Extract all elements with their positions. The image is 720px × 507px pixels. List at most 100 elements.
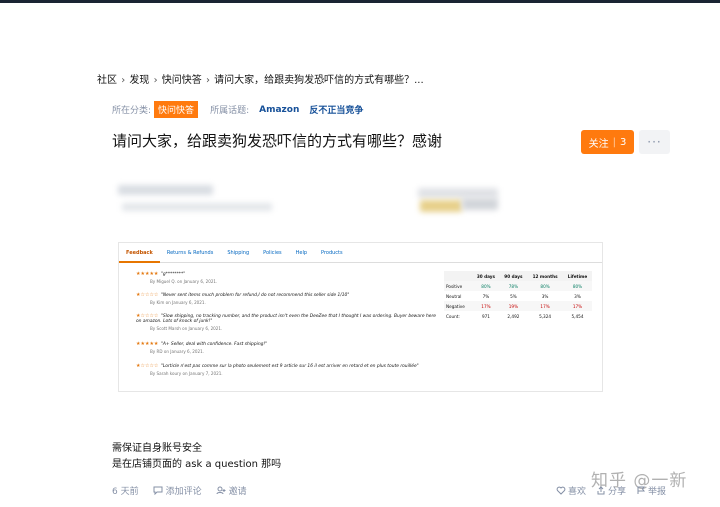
stats-cell: 971 xyxy=(481,313,490,319)
screenshot-tabs: Feedback Returns & Refunds Shipping Poli… xyxy=(119,243,602,263)
stats-row-negative: Negative 17% 19% 17% 17% xyxy=(444,301,592,311)
stats-cell: 3% xyxy=(541,293,549,299)
stats-cell: Positive xyxy=(444,281,473,291)
breadcrumb-item-quick-qa[interactable]: 快问快答 xyxy=(162,71,202,86)
feedback-item: ★☆☆☆☆ "Lorticle n'est pas comme sur la p… xyxy=(136,363,436,376)
feedback-item: ★★★★★ "g********" By Miguel Q. on Januar… xyxy=(136,271,436,284)
stats-header: 90 days xyxy=(499,271,528,281)
blurred-badge xyxy=(420,200,462,212)
share-icon xyxy=(597,486,605,495)
feedback-text: "Lorticle n'est pas comme sur la photo s… xyxy=(160,364,419,369)
invite-button[interactable]: 邀请 xyxy=(216,484,247,497)
stats-cell: 5,324 xyxy=(539,313,552,319)
stats-cell: Negative xyxy=(444,301,473,311)
question-detail-line: 是在店铺页面的 ask a question 那吗 xyxy=(112,459,282,470)
stats-header: Lifetime xyxy=(563,271,592,281)
feedback-author: By RD on January 6, 2021. xyxy=(150,349,204,354)
follow-divider: | xyxy=(612,136,616,148)
question-title: 请问大家，给跟卖狗发恐吓信的方式有哪些？感谢 xyxy=(112,132,443,150)
add-comment-button[interactable]: 添加评论 xyxy=(153,484,202,497)
post-time: 6 天前 xyxy=(112,484,139,497)
feedback-author: By Scott Marsh on January 6, 2021. xyxy=(150,326,223,331)
stats-cell: 5% xyxy=(510,293,517,299)
breadcrumb-item-current: 请问大家，给跟卖狗发恐吓信的方式有哪些？... xyxy=(214,75,424,86)
comment-icon xyxy=(153,486,163,495)
stats-cell: 17% xyxy=(472,301,500,311)
invite-label: 邀请 xyxy=(228,487,247,497)
breadcrumb-item-community[interactable]: 社区 xyxy=(97,71,117,86)
stats-cell: 78% xyxy=(499,281,528,291)
blurred-header-left xyxy=(118,185,213,195)
blurred-header-right-2 xyxy=(462,198,498,210)
stats-header xyxy=(444,271,473,281)
invite-icon xyxy=(216,486,226,495)
breadcrumb-separator: › xyxy=(205,75,210,86)
question-detail-line: 需保证自身账号安全 xyxy=(112,443,202,454)
topics-label: 所属话题: xyxy=(210,106,250,116)
stats-row-positive: Positive 80% 78% 80% 80% xyxy=(444,281,592,291)
tab-shipping[interactable]: Shipping xyxy=(220,243,256,263)
feedback-author: By Sarah koury on January 7, 2021. xyxy=(150,371,223,376)
share-button[interactable]: 分享 xyxy=(596,484,626,497)
blurred-header-left-2 xyxy=(122,203,272,211)
breadcrumb: 社区 › 发现 › 快问快答 › 请问大家，给跟卖狗发恐吓信的方式有哪些？... xyxy=(97,71,424,86)
stats-cell: 3% xyxy=(574,293,581,299)
follow-label: 关注 xyxy=(588,138,609,150)
add-comment-label: 添加评论 xyxy=(165,487,202,497)
flag-icon xyxy=(637,486,646,494)
heart-icon xyxy=(556,486,566,495)
stats-cell: 80% xyxy=(563,281,592,291)
tab-policies[interactable]: Policies xyxy=(256,243,289,263)
feedback-author: By Kim on January 6, 2021. xyxy=(150,300,206,305)
question-actions: 6 天前 添加评论 邀请 xyxy=(112,484,261,497)
tab-feedback[interactable]: Feedback xyxy=(119,243,160,263)
stats-header: 30 days xyxy=(472,271,500,281)
stats-cell: 17% xyxy=(527,301,563,311)
like-button[interactable]: 喜欢 xyxy=(556,484,586,497)
stats-row-neutral: Neutral 7% 5% 3% 3% xyxy=(444,291,592,301)
stats-cell: 17% xyxy=(563,301,592,311)
tab-help[interactable]: Help xyxy=(289,243,314,263)
tab-returns[interactable]: Returns & Refunds xyxy=(160,243,220,263)
feedback-stats-table: 30 days 90 days 12 months Lifetime Posit… xyxy=(444,271,592,321)
breadcrumb-separator: › xyxy=(121,75,126,86)
rating-stars: ★★★★★ xyxy=(136,271,159,277)
stats-cell: Count: xyxy=(446,313,460,319)
topic-amazon[interactable]: Amazon xyxy=(259,105,299,115)
topic-unfair-competition[interactable]: 反不正当竞争 xyxy=(309,103,363,116)
post-time-text: 6 天前 xyxy=(112,487,139,497)
top-bar xyxy=(0,0,720,3)
question-secondary-actions: 喜欢 分享 举报 xyxy=(556,484,676,497)
stats-cell: Neutral xyxy=(446,293,462,299)
feedback-item: ★☆☆☆☆ "Slow shipping, no tracking number… xyxy=(136,313,436,331)
follow-count: 3 xyxy=(620,136,627,148)
feedback-author: By Miguel Q. on January 6, 2021. xyxy=(150,279,218,284)
report-button[interactable]: 举报 xyxy=(636,484,666,497)
tab-products[interactable]: Products xyxy=(314,243,350,263)
rating-stars: ★☆☆☆☆ xyxy=(136,292,159,298)
stats-cell: 2,492 xyxy=(507,313,520,319)
stats-row-count: Count: 971 2,492 5,324 5,454 xyxy=(444,311,592,321)
category-label: 所在分类: xyxy=(112,106,152,116)
report-label: 举报 xyxy=(648,487,667,497)
breadcrumb-item-discover[interactable]: 发现 xyxy=(129,71,149,86)
breadcrumb-separator: › xyxy=(153,75,158,86)
feedback-text: "A+ Seller, deal with confidence. Fast s… xyxy=(160,342,268,347)
stats-header: 12 months xyxy=(527,271,563,281)
share-label: 分享 xyxy=(608,487,627,497)
rating-stars: ★★★★★ xyxy=(136,341,159,347)
stats-cell: 80% xyxy=(472,281,500,291)
stats-cell: 7% xyxy=(482,293,490,299)
question-meta: 所在分类: 快问快答 所属话题: Amazon 反不正当竞争 xyxy=(112,101,363,118)
more-button[interactable]: ··· xyxy=(639,130,670,154)
stats-cell: 5,454 xyxy=(571,313,584,319)
follow-button[interactable]: 关注 | 3 xyxy=(581,130,634,154)
feedback-text: "g********" xyxy=(160,272,186,277)
feedback-text: "Slow shipping, no tracking number, and … xyxy=(136,314,436,324)
rating-stars: ★☆☆☆☆ xyxy=(136,363,159,369)
feedback-text: "Never sent items much problem for refun… xyxy=(160,293,350,298)
stats-cell: 80% xyxy=(527,281,563,291)
stats-cell: 19% xyxy=(499,301,528,311)
blurred-header-right xyxy=(418,188,498,198)
category-tag[interactable]: 快问快答 xyxy=(154,101,199,118)
